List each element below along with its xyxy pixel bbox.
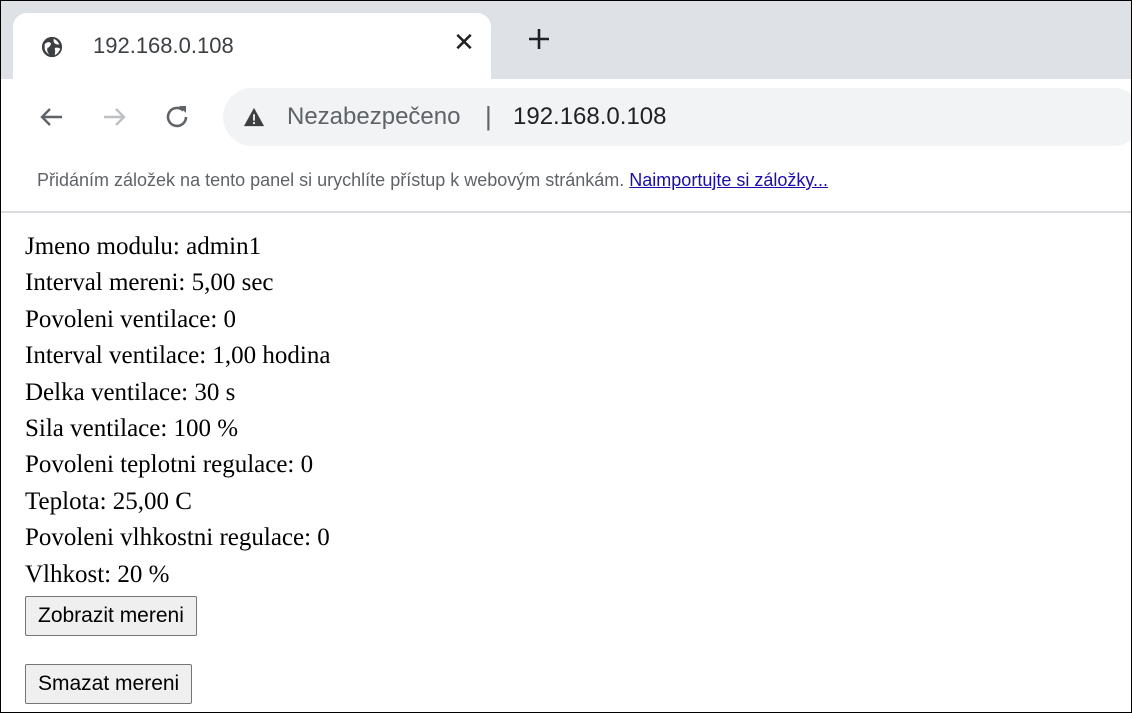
show-measurements-button[interactable]: Zobrazit mereni (25, 595, 197, 636)
address-separator: | (485, 101, 492, 131)
warning-triangle-icon[interactable] (243, 106, 265, 128)
ventilation-enabled-line: Povoleni ventilace: 0 (25, 305, 237, 333)
reload-icon[interactable] (161, 101, 193, 133)
bookmarks-hint: Přidáním záložek na tento panel si urych… (37, 170, 828, 191)
browser-window: 192.168.0.108 ✕ Nezabezpečeno | 192.168.… (0, 0, 1132, 713)
arrow-left-icon[interactable] (35, 101, 67, 133)
tab-title: 192.168.0.108 (93, 33, 234, 58)
ventilation-power-line: Sila ventilace: 100 % (25, 414, 239, 442)
humidity-regulation-line: Povoleni vlhkostni regulace: 0 (25, 524, 330, 552)
humidity-line: Vlhkost: 20 % (25, 560, 170, 588)
page-content: Jmeno modulu: admin1 Interval mereni: 5,… (25, 229, 1115, 704)
security-status[interactable]: Nezabezpečeno (287, 103, 460, 131)
tab-strip: 192.168.0.108 ✕ (1, 1, 1131, 79)
toolbar: Nezabezpečeno | 192.168.0.108 (1, 79, 1131, 155)
ventilation-interval-line: Interval ventilace: 1,00 hodina (25, 342, 331, 370)
close-icon[interactable]: ✕ (449, 28, 479, 58)
new-tab-icon[interactable] (523, 23, 555, 55)
temperature-line: Teplota: 25,00 C (25, 487, 192, 515)
arrow-right-icon[interactable] (99, 101, 131, 133)
module-name-line: Jmeno modulu: admin1 (25, 233, 262, 260)
delete-measurements-button[interactable]: Smazat mereni (25, 663, 193, 704)
measure-interval-line: Interval mereni: 5,00 sec (25, 269, 274, 297)
bookmarks-hint-text: Přidáním záložek na tento panel si urych… (37, 170, 625, 190)
bookmarks-bar: Přidáním záložek na tento panel si urych… (1, 155, 1131, 213)
globe-icon (41, 36, 63, 58)
temperature-regulation-line: Povoleni teplotni regulace: 0 (25, 451, 314, 479)
url-text[interactable]: 192.168.0.108 (513, 103, 666, 131)
tab-active[interactable]: 192.168.0.108 ✕ (13, 13, 491, 79)
address-bar[interactable]: Nezabezpečeno | 192.168.0.108 (223, 88, 1131, 146)
ventilation-length-line: Delka ventilace: 30 s (25, 378, 236, 406)
import-bookmarks-link[interactable]: Naimportujte si záložky... (629, 170, 828, 190)
